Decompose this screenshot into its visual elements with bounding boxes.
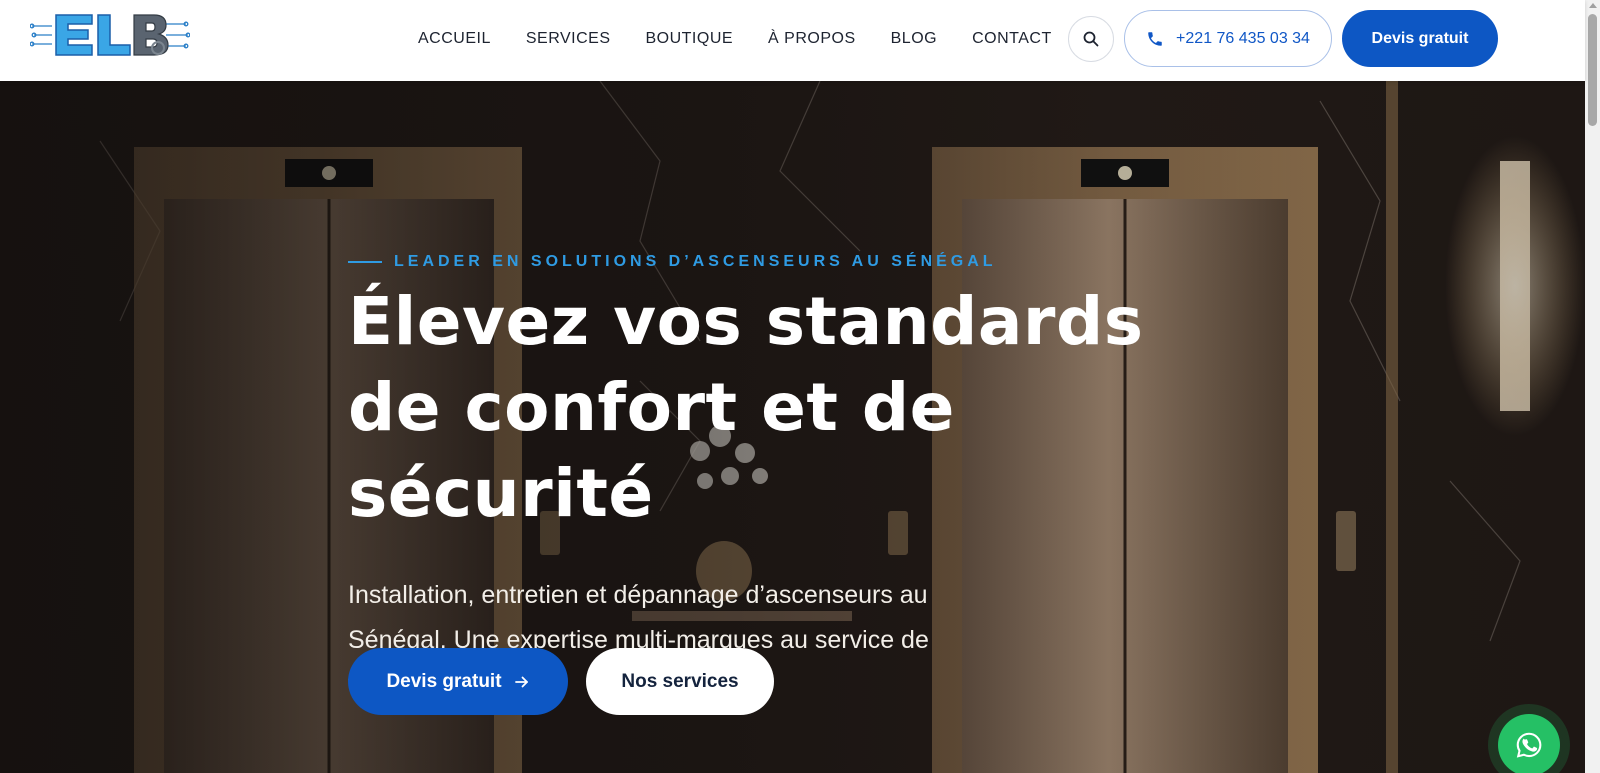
nav-item-boutique[interactable]: BOUTIQUE xyxy=(645,30,733,48)
nav-item-accueil[interactable]: ACCUEIL xyxy=(418,30,491,48)
site-header: ACCUEIL SERVICES BOUTIQUE À PROPOS BLOG … xyxy=(0,0,1585,81)
scroll-thumb[interactable] xyxy=(1588,14,1597,126)
whatsapp-icon xyxy=(1516,732,1542,758)
nav-item-services[interactable]: SERVICES xyxy=(526,30,611,48)
hero-eyebrow-text: LEADER EN SOLUTIONS D’ASCENSEURS AU SÉNÉ… xyxy=(394,253,997,270)
phone-number: +221 76 435 03 34 xyxy=(1176,29,1310,47)
phone-button[interactable]: +221 76 435 03 34 xyxy=(1124,10,1332,67)
hero-quote-label: Devis gratuit xyxy=(386,670,502,692)
nav-item-blog[interactable]: BLOG xyxy=(891,30,937,48)
nav-item-a-propos[interactable]: À PROPOS xyxy=(768,30,856,48)
hero-content: LEADER EN SOLUTIONS D’ASCENSEURS AU SÉNÉ… xyxy=(348,253,1208,708)
phone-icon xyxy=(1148,31,1162,46)
hero-eyebrow: LEADER EN SOLUTIONS D’ASCENSEURS AU SÉNÉ… xyxy=(348,253,1208,271)
whatsapp-button[interactable] xyxy=(1498,714,1560,773)
page-scrollbar[interactable] xyxy=(1585,0,1600,773)
hero-section: LEADER EN SOLUTIONS D’ASCENSEURS AU SÉNÉ… xyxy=(0,81,1585,773)
hero-quote-button[interactable]: Devis gratuit xyxy=(348,648,568,715)
header-quote-button[interactable]: Devis gratuit xyxy=(1342,10,1498,67)
hero-cta-row: Devis gratuit Nos services xyxy=(348,648,774,715)
eyebrow-line xyxy=(348,261,382,263)
search-icon xyxy=(1083,31,1099,47)
hero-services-button[interactable]: Nos services xyxy=(586,648,774,715)
nav-item-contact[interactable]: CONTACT xyxy=(972,30,1052,48)
scroll-up-arrow[interactable] xyxy=(1589,3,1597,8)
main-nav: ACCUEIL SERVICES BOUTIQUE À PROPOS BLOG … xyxy=(418,0,1052,78)
elb-logo[interactable] xyxy=(30,12,190,58)
arrow-right-icon xyxy=(514,676,528,687)
search-button[interactable] xyxy=(1068,16,1114,62)
hero-headline: Élevez vos standards de confort et de sé… xyxy=(348,283,1144,532)
